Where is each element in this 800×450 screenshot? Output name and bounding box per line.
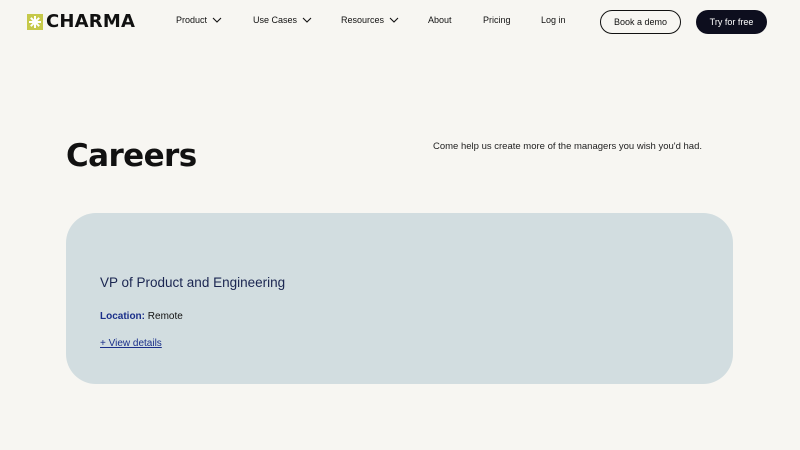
location-label: Location: xyxy=(100,311,145,322)
job-title: VP of Product and Engineering xyxy=(100,275,286,290)
view-details-link[interactable]: + View details xyxy=(100,338,162,349)
job-location: Location: Remote xyxy=(100,311,183,322)
nav-pricing-label: Pricing xyxy=(483,15,511,25)
careers-tagline: Come help us create more of the managers… xyxy=(433,141,703,152)
job-card: VP of Product and Engineering Location: … xyxy=(66,213,733,384)
nav-product-label: Product xyxy=(176,15,208,25)
location-value: Remote xyxy=(147,311,183,322)
book-demo-button[interactable]: Book a demo xyxy=(600,10,681,34)
brand-logo[interactable]: CHARMA xyxy=(27,13,135,31)
page-title: Careers xyxy=(66,138,197,174)
try-for-free-button[interactable]: Try for free xyxy=(696,10,767,34)
nav-about-label: About xyxy=(428,15,452,25)
brand-name: CHARMA xyxy=(46,11,136,32)
chevron-down-icon xyxy=(389,15,399,25)
nav-pricing[interactable]: Pricing xyxy=(483,15,511,25)
nav-use-cases-label: Use Cases xyxy=(253,15,298,25)
chevron-down-icon xyxy=(212,15,222,25)
chevron-down-icon xyxy=(302,15,312,25)
nav-log-in-label: Log in xyxy=(541,15,566,25)
nav-resources-label: Resources xyxy=(341,15,385,25)
nav-about[interactable]: About xyxy=(428,15,452,25)
nav-use-cases[interactable]: Use Cases xyxy=(253,15,312,25)
nav-product[interactable]: Product xyxy=(176,15,222,25)
nav-resources[interactable]: Resources xyxy=(341,15,399,25)
nav-log-in[interactable]: Log in xyxy=(541,15,566,25)
charma-logo-icon xyxy=(27,14,43,30)
top-navigation: CHARMA Product Use Cases Resources About… xyxy=(0,0,800,44)
